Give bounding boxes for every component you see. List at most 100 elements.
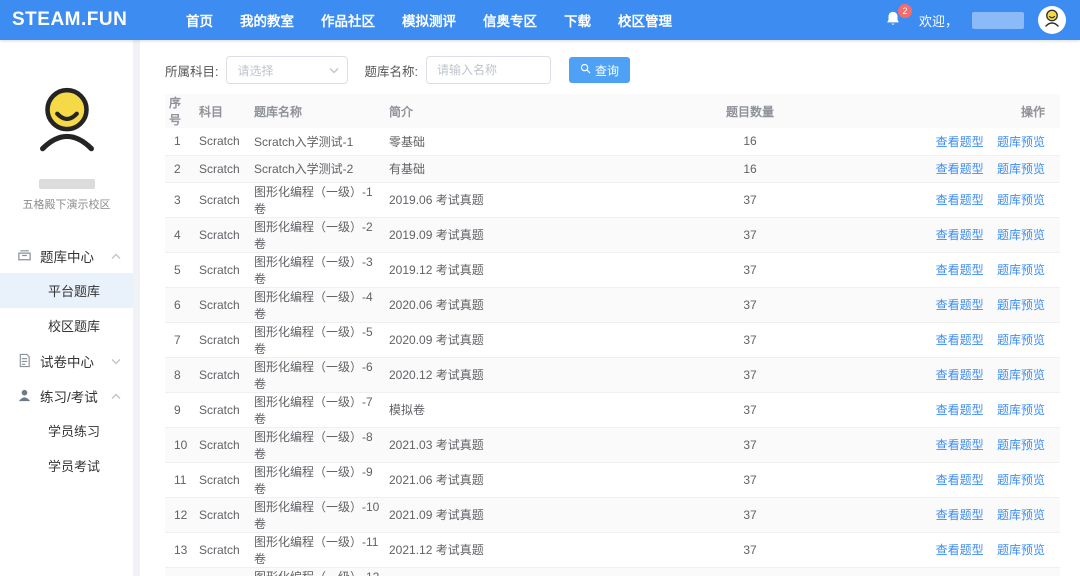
redacted-account-name [39,179,95,189]
bank-preview-link[interactable]: 题库预览 [997,333,1045,347]
table-row: 11 Scratch 图形化编程（一级）-9卷 2021.06 考试真题 37 … [165,462,1060,497]
notification-count-badge: 2 [898,4,912,18]
row-actions: 查看题型 题库预览 [830,182,1060,217]
row-subject: Scratch [195,462,250,497]
sidebar-item-label: 练习/考试 [40,386,98,406]
row-question-count: 16 [670,128,830,155]
document-icon [17,353,32,368]
chevron-up-icon [111,388,121,403]
row-question-count: 37 [670,462,830,497]
row-actions: 查看题型 题库预览 [830,427,1060,462]
row-subject: Scratch [195,287,250,322]
row-subject: Scratch [195,357,250,392]
row-desc: 模拟卷 [385,392,670,427]
view-question-types-link[interactable]: 查看题型 [936,368,984,382]
row-question-count: 37 [670,357,830,392]
sidebar-item-student-exam[interactable]: 学员考试 [0,448,133,483]
row-index: 14 [165,567,195,576]
view-question-types-link[interactable]: 查看题型 [936,263,984,277]
row-subject: Scratch [195,217,250,252]
bank-preview-link[interactable]: 题库预览 [997,508,1045,522]
row-actions: 查看题型 题库预览 [830,128,1060,155]
nav-item-olympiad[interactable]: 信奥专区 [483,10,537,30]
bank-name-input[interactable] [426,56,551,84]
search-icon [580,63,591,77]
row-index: 6 [165,287,195,322]
row-actions: 查看题型 题库预览 [830,567,1060,576]
view-question-types-link[interactable]: 查看题型 [936,403,984,417]
layout-gutter [133,40,140,576]
view-question-types-link[interactable]: 查看题型 [936,162,984,176]
row-desc: 2020.06 考试真题 [385,287,670,322]
row-desc: 2021.03 考试真题 [385,427,670,462]
view-question-types-link[interactable]: 查看题型 [936,228,984,242]
bank-preview-link[interactable]: 题库预览 [997,263,1045,277]
sidebar-child-label: 学员练习 [48,421,100,440]
col-header-subject: 科目 [195,94,250,128]
row-actions: 查看题型 题库预览 [830,217,1060,252]
bank-preview-link[interactable]: 题库预览 [997,473,1045,487]
user-avatar[interactable] [1038,6,1066,34]
row-bank-name: 图形化编程（一级）-12卷 [250,567,385,576]
col-header-desc: 简介 [385,94,670,128]
sidebar-item-student-practice[interactable]: 学员练习 [0,413,133,448]
sidebar-item-question-bank-center[interactable]: 题库中心 [0,238,133,273]
campus-name: 五格殿下演示校区 [23,196,111,212]
row-subject: Scratch [195,252,250,287]
nav-item-campus-admin[interactable]: 校区管理 [618,10,672,30]
bank-preview-link[interactable]: 题库预览 [997,193,1045,207]
bank-preview-link[interactable]: 题库预览 [997,228,1045,242]
view-question-types-link[interactable]: 查看题型 [936,438,984,452]
welcome-text: 欢迎， [919,11,958,30]
campus-avatar [27,82,107,165]
view-question-types-link[interactable]: 查看题型 [936,508,984,522]
row-actions: 查看题型 题库预览 [830,322,1060,357]
notification-bell[interactable]: 2 [883,8,905,32]
row-index: 4 [165,217,195,252]
bank-preview-link[interactable]: 题库预览 [997,438,1045,452]
view-question-types-link[interactable]: 查看题型 [936,473,984,487]
row-subject: Scratch [195,128,250,155]
view-question-types-link[interactable]: 查看题型 [936,543,984,557]
row-desc: 2021.06 考试真题 [385,462,670,497]
bank-preview-link[interactable]: 题库预览 [997,368,1045,382]
bank-preview-link[interactable]: 题库预览 [997,162,1045,176]
row-bank-name: 图形化编程（一级）-1卷 [250,182,385,217]
nav-item-mock-eval[interactable]: 模拟测评 [402,10,456,30]
row-question-count: 37 [670,287,830,322]
row-actions: 查看题型 题库预览 [830,252,1060,287]
bank-preview-link[interactable]: 题库预览 [997,298,1045,312]
view-question-types-link[interactable]: 查看题型 [936,333,984,347]
row-index: 5 [165,252,195,287]
nav-item-classroom[interactable]: 我的教室 [240,10,294,30]
view-question-types-link[interactable]: 查看题型 [936,193,984,207]
col-header-actions: 操作 [830,94,1060,128]
filter-bar: 所属科目: 请选择 题库名称: 查询 [165,56,1060,84]
main-nav: 首页 我的教室 作品社区 模拟测评 信奥专区 下载 校区管理 [186,10,672,30]
bank-preview-link[interactable]: 题库预览 [997,135,1045,149]
search-button[interactable]: 查询 [569,57,630,83]
bank-preview-link[interactable]: 题库预览 [997,403,1045,417]
nav-item-community[interactable]: 作品社区 [321,10,375,30]
row-bank-name: 图形化编程（一级）-2卷 [250,217,385,252]
chevron-down-icon [111,353,121,368]
table-row: 1 Scratch Scratch入学测试-1 零基础 16 查看题型 题库预览 [165,128,1060,155]
bank-preview-link[interactable]: 题库预览 [997,543,1045,557]
row-desc: 2019.12 考试真题 [385,252,670,287]
subject-select[interactable]: 请选择 [226,56,348,84]
nav-item-download[interactable]: 下载 [564,10,591,30]
table-row: 6 Scratch 图形化编程（一级）-4卷 2020.06 考试真题 37 查… [165,287,1060,322]
view-question-types-link[interactable]: 查看题型 [936,135,984,149]
sidebar-item-campus-bank[interactable]: 校区题库 [0,308,133,343]
row-actions: 查看题型 题库预览 [830,497,1060,532]
subject-filter-label: 所属科目: [165,61,218,80]
view-question-types-link[interactable]: 查看题型 [936,298,984,312]
sidebar-item-practice-exam[interactable]: 练习/考试 [0,378,133,413]
sidebar-item-exam-paper-center[interactable]: 试卷中心 [0,343,133,378]
nav-item-home[interactable]: 首页 [186,10,213,30]
drawer-icon [17,248,32,263]
sidebar-item-platform-bank[interactable]: 平台题库 [0,273,133,308]
redacted-username [972,12,1024,29]
col-header-question-count: 题目数量 [670,94,830,128]
row-desc: 2019.09 考试真题 [385,217,670,252]
